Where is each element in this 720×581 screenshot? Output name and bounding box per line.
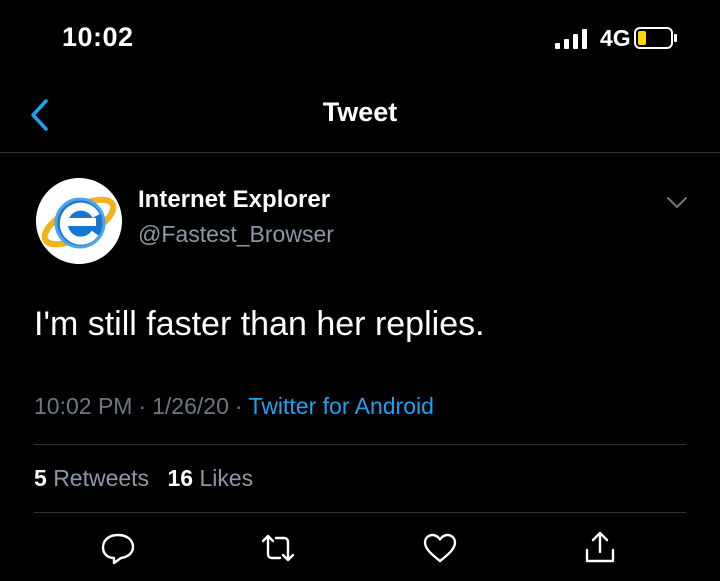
divider (34, 444, 686, 445)
network-type: 4G (600, 25, 631, 51)
tweet-stats: 5 Retweets 16 Likes (34, 465, 265, 492)
likes-label: Likes (199, 465, 254, 491)
author-handle[interactable]: @Fastest_Browser (138, 221, 334, 248)
divider (34, 512, 686, 513)
reply-button[interactable] (98, 528, 138, 568)
likes-stat[interactable]: 16 Likes (167, 465, 265, 491)
battery-icon (634, 27, 677, 49)
share-button[interactable] (580, 528, 620, 568)
tweet-time: 10:02 PM (34, 393, 133, 419)
likes-count: 16 (167, 465, 194, 491)
chevron-down-icon (667, 197, 687, 208)
tweet-date: 1/26/20 (152, 393, 229, 419)
retweet-button[interactable] (258, 528, 298, 568)
author-name[interactable]: Internet Explorer (138, 186, 330, 214)
status-time: 10:02 (62, 22, 134, 52)
reply-icon (101, 533, 135, 565)
nav-bar: Tweet (0, 80, 720, 153)
tweet-text: I'm still faster than her replies. (34, 305, 485, 343)
separator: · (138, 393, 147, 419)
status-bar: 10:02 4G (0, 0, 720, 80)
tweet-meta: 10:02 PM · 1/26/20 · Twitter for Android (34, 393, 434, 420)
tweet-source-link[interactable]: Twitter for Android (249, 393, 434, 419)
signal-icon (555, 29, 587, 49)
heart-icon (423, 533, 457, 563)
retweets-stat[interactable]: 5 Retweets (34, 465, 161, 491)
page-title: Tweet (322, 97, 398, 127)
retweet-icon (261, 534, 295, 562)
like-button[interactable] (420, 528, 460, 568)
retweets-label: Retweets (53, 465, 150, 491)
separator: · (234, 393, 243, 419)
ie-logo-icon (36, 178, 122, 264)
retweets-count: 5 (34, 465, 47, 491)
avatar[interactable] (36, 178, 122, 264)
share-icon (585, 531, 615, 563)
more-options-button[interactable] (660, 190, 694, 216)
